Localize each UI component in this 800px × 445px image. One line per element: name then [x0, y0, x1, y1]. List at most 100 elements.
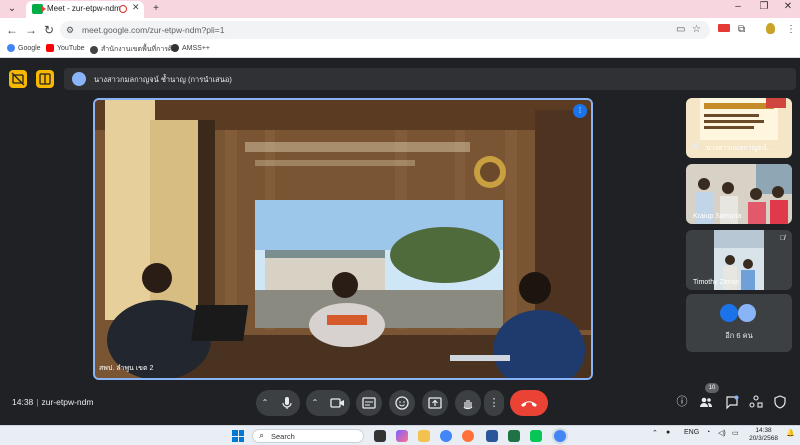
browser-toolbar: ← → ↻ ⚙ meet.google.com/zur-etpw-ndm?pli…: [0, 18, 800, 42]
people-icon[interactable]: [698, 394, 714, 410]
end-call-button[interactable]: [510, 390, 548, 416]
volume-icon[interactable]: ◁): [718, 429, 726, 437]
reload-icon[interactable]: ↻: [42, 23, 56, 37]
excel-icon[interactable]: [508, 430, 520, 442]
layout-panel-icon[interactable]: [36, 70, 54, 88]
participant-avatar: [720, 304, 738, 322]
presenter-name: นางสาวกมลกาญจน์ ช้ำนาญ (การนำเสนอ): [94, 75, 232, 84]
tab-search-icon[interactable]: ⌄: [4, 2, 20, 16]
chrome-icon[interactable]: [440, 430, 452, 442]
microphone-button[interactable]: [274, 390, 300, 416]
participant-tile[interactable]: Kraiup Samana: [686, 164, 792, 224]
meeting-controls: 14:38 | zur-etpw-ndm ⌃ ⌃ ⋮ ⓘ 10: [0, 383, 800, 418]
search-placeholder: Search: [271, 432, 295, 441]
more-participants-tile[interactable]: อีก 6 คน: [686, 294, 792, 352]
bookmarks-bar: Google YouTube สำนักงานเขตพื้นที่การศึ..…: [0, 42, 800, 58]
bookmark-label: YouTube: [57, 44, 85, 52]
battery-icon[interactable]: ▭: [732, 429, 739, 437]
forward-icon[interactable]: →: [24, 23, 38, 37]
main-video-tile[interactable]: ⁞ สพป. ลำพูน เขต 2: [93, 98, 593, 380]
line-icon[interactable]: [530, 430, 542, 442]
bookmark-star-icon[interactable]: ☆: [692, 24, 701, 35]
back-icon[interactable]: ←: [5, 23, 19, 37]
raise-hand-button[interactable]: [455, 390, 481, 416]
bookmark-label: Google: [18, 44, 41, 52]
participant-name: Timothy Zense: [693, 279, 740, 286]
video-frame: [95, 100, 591, 378]
windows-start-icon[interactable]: [232, 430, 244, 442]
present-screen-button[interactable]: [422, 390, 448, 416]
url-text: meet.google.com/zur-etpw-ndm?pli=1: [82, 25, 225, 35]
browser-tab[interactable]: Meet - zur-etpw-ndm ✕: [26, 1, 144, 18]
browser-menu-icon[interactable]: ⋮: [786, 23, 796, 37]
participant-tile[interactable]: 🎙̸ Timothy Zense: [686, 230, 792, 290]
wifi-icon[interactable]: ◔: [706, 429, 710, 436]
extensions-icon[interactable]: ⧉: [738, 23, 745, 37]
bookmark-amss[interactable]: AMSS++: [171, 44, 210, 52]
profile-avatar[interactable]: [766, 23, 775, 39]
present-icon: ▣: [692, 143, 699, 150]
chat-icon[interactable]: [724, 394, 740, 410]
meeting-info: 14:38 | zur-etpw-ndm: [12, 397, 93, 407]
people-count-badge: 10: [705, 383, 719, 393]
task-view-icon[interactable]: [374, 430, 386, 442]
globe-icon: [171, 44, 179, 52]
audio-options-chevron-icon[interactable]: ⌃: [258, 390, 272, 416]
meeting-time: 14:38: [12, 397, 34, 407]
tray-app-icon[interactable]: ●: [666, 429, 670, 436]
meeting-code: zur-etpw-ndm: [41, 397, 94, 407]
participant-tile[interactable]: ▣ นางสาวกมลกาญจน์...: [686, 98, 792, 158]
bookmark-youtube[interactable]: YouTube: [46, 44, 85, 52]
mic-off-icon: 🎙̸: [779, 235, 785, 242]
participant-name: Kraiup Samana: [693, 213, 742, 220]
presentation-banner: นางสาวกมลกาญจน์ ช้ำนาญ (การนำเสนอ): [64, 68, 796, 90]
address-bar[interactable]: ⚙ meet.google.com/zur-etpw-ndm?pli=1 ▭ ☆: [60, 21, 710, 39]
language-indicator[interactable]: ENG: [684, 429, 699, 436]
search-icon: ⌕: [259, 430, 265, 440]
tray-overflow-icon[interactable]: ⌃: [652, 429, 658, 437]
meeting-details-icon[interactable]: ⓘ: [674, 394, 690, 410]
bookmark-office[interactable]: สำนักงานเขตพื้นที่การศึ...: [90, 44, 178, 55]
captions-off-icon[interactable]: [9, 70, 27, 88]
word-icon[interactable]: [486, 430, 498, 442]
notification-bell-icon[interactable]: 🔔: [786, 429, 795, 437]
windows-taskbar: ⌕ Search ⌃ ● ENG ◔ ◁) ▭ 14:38 20/3/2568 …: [0, 425, 800, 445]
camera-button[interactable]: [324, 390, 350, 416]
participant-name: นางสาวกมลกาญจน์...: [706, 145, 773, 152]
video-options-chevron-icon[interactable]: ⌃: [308, 390, 322, 416]
speaking-indicator-icon: ⁞: [573, 104, 587, 118]
bookmark-google[interactable]: Google: [7, 44, 41, 52]
firefox-icon[interactable]: [462, 430, 474, 442]
restore-icon[interactable]: ❐: [754, 1, 774, 12]
window-close-icon[interactable]: ✕: [778, 1, 798, 12]
taskbar-clock[interactable]: 14:38 20/3/2568: [749, 427, 778, 443]
camera-in-use-icon[interactable]: ▭: [676, 24, 685, 35]
participant-avatar: [738, 304, 756, 322]
browser-tab-bar: ⌄ Meet - zur-etpw-ndm ✕ + – ❐ ✕: [0, 0, 800, 18]
more-participants-label: อีก 6 คน: [725, 331, 753, 340]
tab-title: Meet - zur-etpw-ndm: [47, 4, 121, 13]
captions-button[interactable]: [356, 390, 382, 416]
extension-badge-icon[interactable]: [718, 23, 730, 37]
minimize-icon[interactable]: –: [728, 1, 748, 12]
copilot-icon[interactable]: [396, 430, 408, 442]
file-explorer-icon[interactable]: [418, 430, 430, 442]
activities-icon[interactable]: [748, 394, 764, 410]
emoji-reaction-button[interactable]: [389, 390, 415, 416]
bookmark-label: สำนักงานเขตพื้นที่การศึ...: [101, 46, 179, 53]
new-tab-button[interactable]: +: [148, 2, 164, 16]
youtube-icon: [46, 44, 54, 52]
more-options-icon[interactable]: ⋮: [484, 390, 504, 416]
tile-caption: สพป. ลำพูน เขต 2: [99, 365, 154, 372]
recording-indicator-icon: [119, 5, 127, 13]
site-info-icon[interactable]: ⚙: [66, 25, 76, 35]
tab-close-icon[interactable]: ✕: [132, 2, 140, 13]
host-controls-icon[interactable]: [772, 394, 788, 410]
google-icon: [7, 44, 15, 52]
meet-window: นางสาวกมลกาญจน์ ช้ำนาญ (การนำเสนอ) ⁞ สพป…: [0, 58, 800, 425]
clock-date: 20/3/2568: [749, 435, 778, 442]
bookmark-label: AMSS++: [182, 44, 211, 52]
meet-favicon-icon: [32, 4, 46, 14]
taskbar-search-box[interactable]: ⌕ Search: [252, 429, 364, 443]
chrome-active-icon[interactable]: [554, 430, 566, 442]
